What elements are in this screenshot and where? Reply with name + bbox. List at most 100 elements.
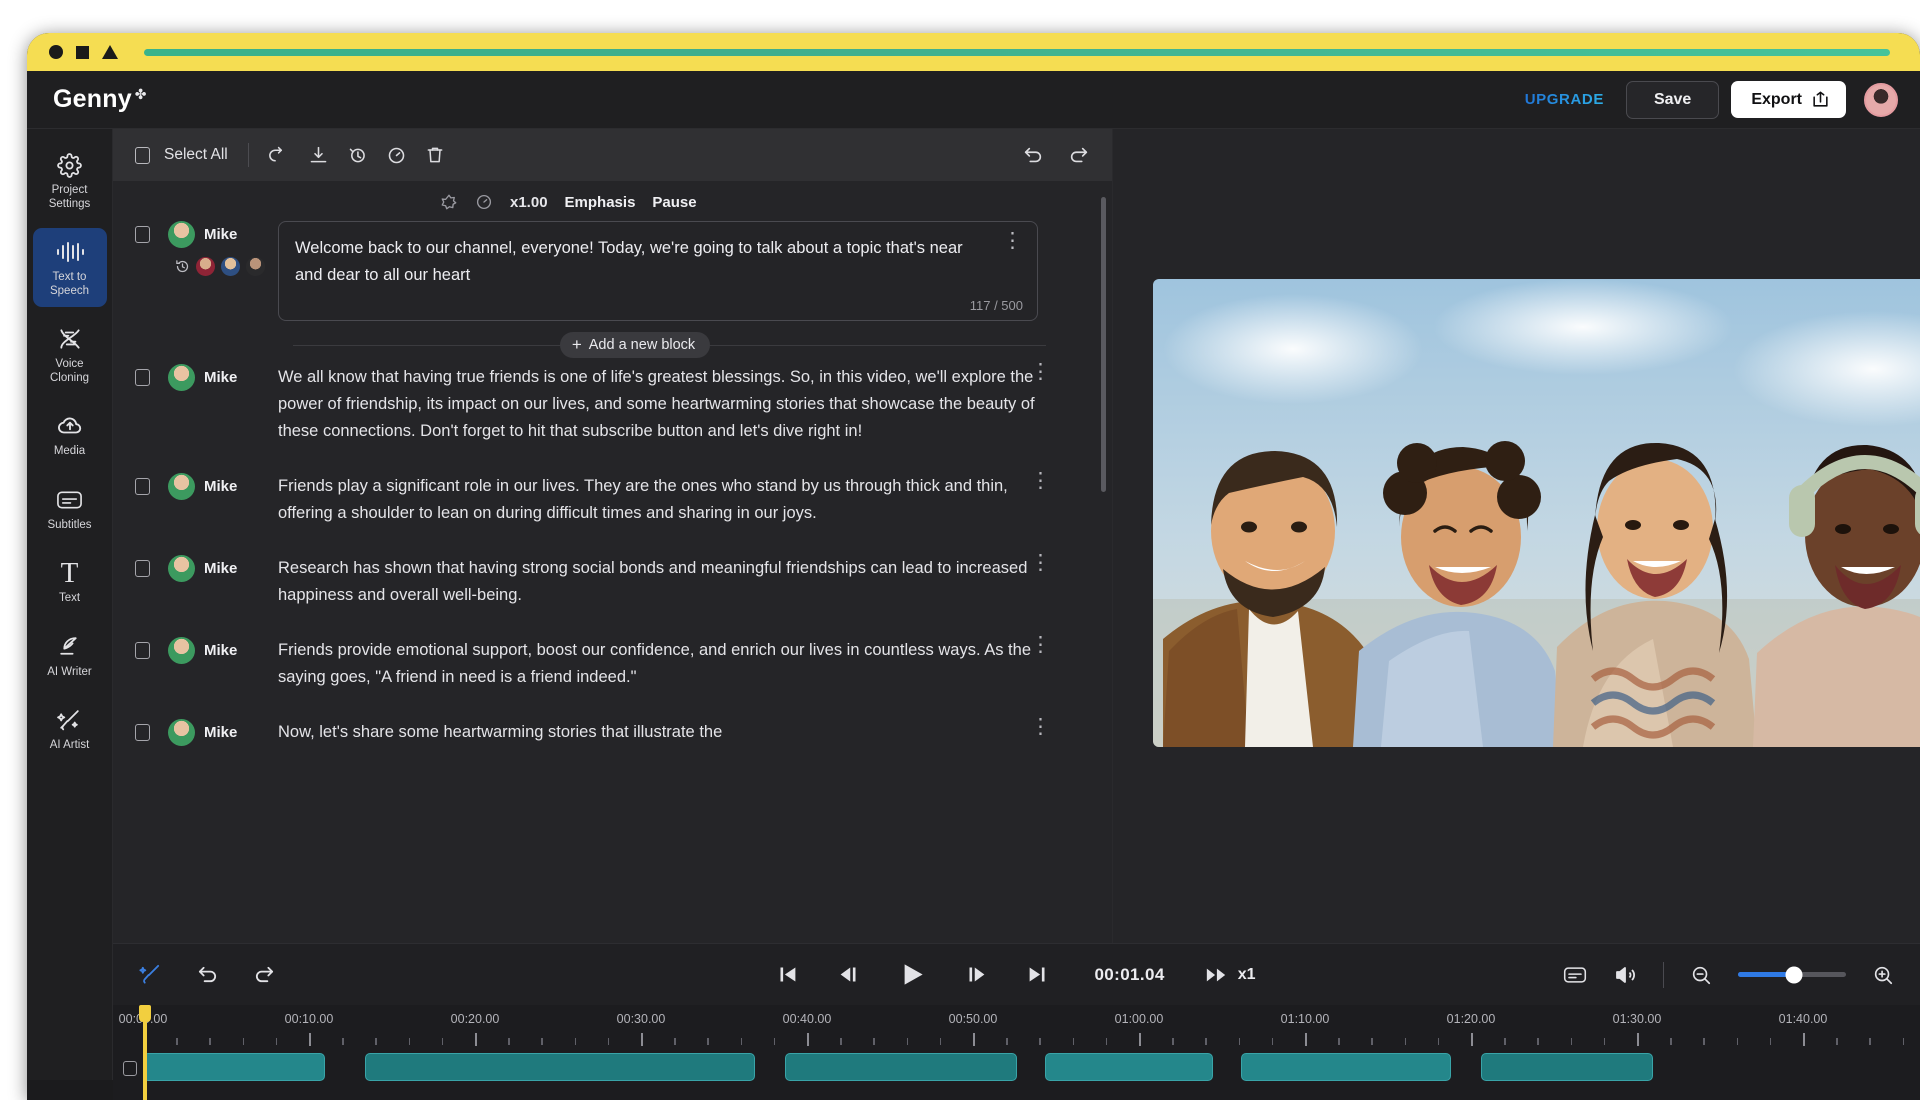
video-preview[interactable] — [1153, 279, 1920, 747]
sidebar-item-project-settings[interactable]: Project Settings — [33, 141, 107, 220]
step-forward-icon[interactable] — [966, 964, 987, 985]
script-scrollbar[interactable] — [1101, 197, 1106, 492]
add-new-block-button[interactable]: + Add a new block — [560, 332, 710, 358]
timeline-zoom-slider[interactable] — [1738, 972, 1846, 977]
select-all-label[interactable]: Select All — [164, 146, 228, 164]
speed-icon[interactable] — [386, 145, 407, 166]
speaker-row[interactable]: Mike — [168, 364, 278, 391]
triangle-glyph-icon[interactable] — [102, 45, 118, 59]
upgrade-button[interactable]: UPGRADE — [1515, 85, 1614, 114]
pause-button[interactable]: Pause — [652, 194, 696, 211]
undo-icon[interactable] — [196, 963, 219, 986]
volume-icon[interactable] — [1613, 963, 1637, 987]
block-speaker: Mike — [168, 221, 278, 321]
speaker-row[interactable]: Mike — [168, 555, 278, 582]
script-block-active: x1.00 Emphasis Pause Mike Welcome back t… — [113, 193, 1112, 358]
transport-divider — [1663, 962, 1664, 988]
undo-icon[interactable] — [1022, 144, 1044, 166]
play-icon[interactable] — [899, 961, 926, 988]
circle-glyph-icon[interactable] — [49, 45, 63, 59]
select-all-checkbox[interactable] — [135, 147, 150, 164]
export-button[interactable]: Export — [1731, 81, 1846, 118]
block-menu-icon[interactable]: ⋮ — [1030, 637, 1046, 653]
voice-avatar[interactable] — [246, 257, 265, 276]
zoom-in-icon[interactable] — [1872, 964, 1894, 986]
block-checkbox[interactable] — [135, 369, 150, 386]
timeline-clip[interactable] — [785, 1053, 1017, 1081]
subtitles-icon[interactable] — [1563, 965, 1587, 985]
feather-pen-icon — [35, 634, 105, 660]
timeline-clip[interactable] — [1481, 1053, 1653, 1081]
block-text[interactable]: Now, let's share some heartwarming stori… — [278, 719, 1090, 746]
block-text[interactable]: Research has shown that having strong so… — [278, 555, 1090, 609]
timeline-minor-tick — [1703, 1038, 1704, 1045]
timeline-clip[interactable] — [1241, 1053, 1451, 1081]
save-button[interactable]: Save — [1626, 81, 1719, 119]
voice-change-icon[interactable] — [347, 145, 368, 166]
block-text[interactable]: Welcome back to our channel, everyone! T… — [295, 235, 1021, 289]
speaker-row[interactable]: Mike — [168, 719, 278, 746]
playback-rate[interactable]: x1 — [1205, 964, 1256, 986]
magic-wand-icon[interactable] — [139, 963, 162, 986]
speaker-row[interactable]: Mike — [168, 637, 278, 664]
block-checkbox[interactable] — [135, 478, 150, 495]
track-checkbox[interactable] — [123, 1061, 137, 1076]
block-text-editor[interactable]: Welcome back to our channel, everyone! T… — [278, 221, 1038, 321]
timeline-major-tick — [973, 1033, 975, 1046]
zoom-slider-handle[interactable] — [1786, 966, 1803, 983]
sidebar-item-text-to-speech[interactable]: Text to Speech — [33, 228, 107, 307]
block-checkbox[interactable] — [135, 642, 150, 659]
block-checkbox[interactable] — [135, 724, 150, 741]
redo-icon[interactable] — [253, 963, 276, 986]
speaker-row[interactable]: Mike — [168, 221, 278, 248]
timeline-clip[interactable] — [143, 1053, 325, 1081]
share-export-icon — [1811, 90, 1830, 109]
block-menu-icon[interactable]: ⋮ — [1030, 473, 1046, 489]
emphasis-button[interactable]: Emphasis — [565, 194, 636, 211]
history-icon[interactable] — [175, 259, 190, 274]
skip-end-icon[interactable] — [1027, 964, 1048, 985]
block-text[interactable]: We all know that having true friends is … — [278, 364, 1090, 445]
block-text[interactable]: Friends play a significant role in our l… — [278, 473, 1090, 527]
sidebar-item-voice-cloning[interactable]: Voice Cloning — [33, 315, 107, 394]
timeline-ruler[interactable]: 00:00.0000:10.0000:20.0000:30.0000:40.00… — [113, 1005, 1920, 1051]
speaker-row[interactable]: Mike — [168, 473, 278, 500]
playhead-handle[interactable] — [139, 1005, 151, 1022]
speed-gauge-icon[interactable] — [475, 193, 493, 211]
sidebar-item-text[interactable]: T Text — [33, 549, 107, 615]
speaker-name: Mike — [204, 226, 237, 243]
block-menu-icon[interactable]: ⋮ — [1002, 233, 1023, 249]
timeline-clip[interactable] — [365, 1053, 755, 1081]
step-back-icon[interactable] — [838, 964, 859, 985]
sidebar-item-ai-artist[interactable]: AI Artist — [33, 696, 107, 762]
block-menu-icon[interactable]: ⋮ — [1030, 719, 1046, 735]
skip-start-icon[interactable] — [777, 964, 798, 985]
timeline-panel[interactable]: 00:00.0000:10.0000:20.0000:30.0000:40.00… — [113, 1005, 1920, 1100]
speed-value[interactable]: x1.00 — [510, 194, 548, 211]
pronunciation-icon[interactable] — [440, 193, 458, 211]
download-icon[interactable] — [308, 145, 329, 166]
sidebar-item-ai-writer[interactable]: AI Writer — [33, 623, 107, 689]
square-glyph-icon[interactable] — [76, 46, 89, 59]
timeline-minor-tick — [1106, 1038, 1107, 1045]
avatar[interactable] — [1864, 83, 1898, 117]
speaker-name: Mike — [204, 369, 237, 386]
loop-icon[interactable] — [269, 145, 290, 166]
block-text[interactable]: Friends provide emotional support, boost… — [278, 637, 1090, 691]
block-menu-icon[interactable]: ⋮ — [1030, 555, 1046, 571]
sidebar-item-subtitles[interactable]: Subtitles — [33, 476, 107, 542]
timeline-playhead[interactable] — [143, 1005, 147, 1100]
timeline-clip[interactable] — [1045, 1053, 1213, 1081]
trash-icon[interactable] — [425, 145, 445, 165]
timeline-tracks[interactable] — [113, 1051, 1920, 1100]
voice-avatar[interactable] — [221, 257, 240, 276]
toolbar-history-actions — [1022, 144, 1090, 166]
zoom-out-icon[interactable] — [1690, 964, 1712, 986]
brand-logo[interactable]: Genny ✤ — [53, 85, 147, 114]
voice-avatar[interactable] — [196, 257, 215, 276]
block-menu-icon[interactable]: ⋮ — [1030, 364, 1046, 380]
redo-icon[interactable] — [1068, 144, 1090, 166]
block-checkbox[interactable] — [135, 226, 150, 243]
block-checkbox[interactable] — [135, 560, 150, 577]
sidebar-item-media[interactable]: Media — [33, 402, 107, 468]
